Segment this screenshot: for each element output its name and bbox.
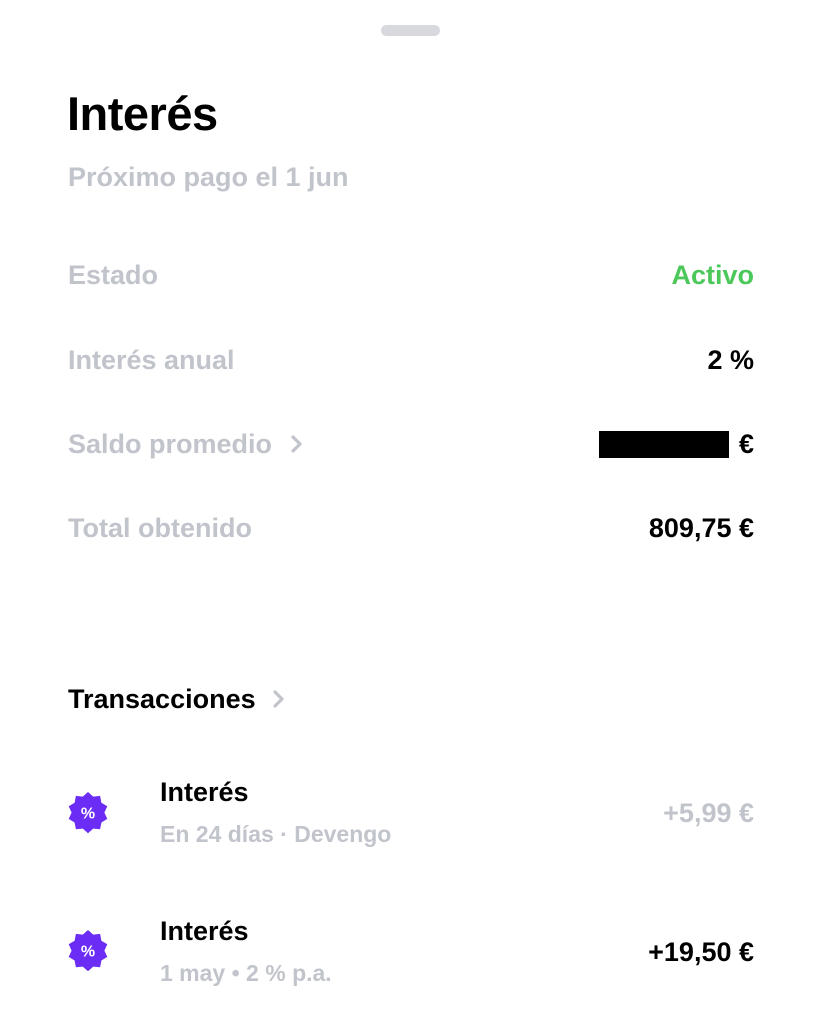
row-total-obtenido: Total obtenido 809,75 € [68,508,754,548]
row-interes-anual: Interés anual 2 % [68,340,754,380]
chevron-right-icon [273,690,284,708]
interes-anual-value: 2 % [707,344,754,375]
chevron-right-icon [291,435,302,453]
page-title: Interés [67,87,218,140]
saldo-promedio-label: Saldo promedio [68,428,273,459]
transaction-amount: +5,99 € [663,798,754,828]
percent-badge-icon: % [68,792,108,834]
row-estado: Estado Activo [68,255,754,295]
interes-anual-label: Interés anual [68,344,235,375]
sheet-drag-handle[interactable] [381,25,440,36]
total-obtenido-value: 809,75 € [648,512,754,543]
estado-label: Estado [68,259,159,290]
transaction-subtitle: En 24 días · Devengo [160,821,392,847]
saldo-promedio-value: € [598,428,754,460]
transaction-item[interactable]: % Interés 1 may • 2 % p.a. +19,50 € [66,914,754,994]
transactions-header-label: Transacciones [68,683,256,714]
redacted-amount [598,430,729,458]
status-badge: Activo [671,259,754,290]
saldo-promedio-link[interactable]: Saldo promedio [68,429,304,460]
percent-badge-icon: % [68,930,108,972]
next-payment-subtitle: Próximo pago el 1 jun [68,162,349,192]
total-obtenido-label: Total obtenido [68,512,252,543]
transactions-header[interactable]: Transacciones [68,680,286,718]
transaction-item[interactable]: % Interés En 24 días · Devengo +5,99 € [66,775,754,855]
svg-text:%: % [81,944,95,961]
transaction-subtitle: 1 may • 2 % p.a. [160,960,332,986]
svg-text:%: % [81,806,95,823]
row-saldo-promedio[interactable]: Saldo promedio € [68,424,754,464]
transaction-amount: +19,50 € [648,937,754,967]
transaction-title: Interés [160,777,249,807]
saldo-promedio-currency: € [738,428,754,459]
transaction-title: Interés [160,916,249,946]
